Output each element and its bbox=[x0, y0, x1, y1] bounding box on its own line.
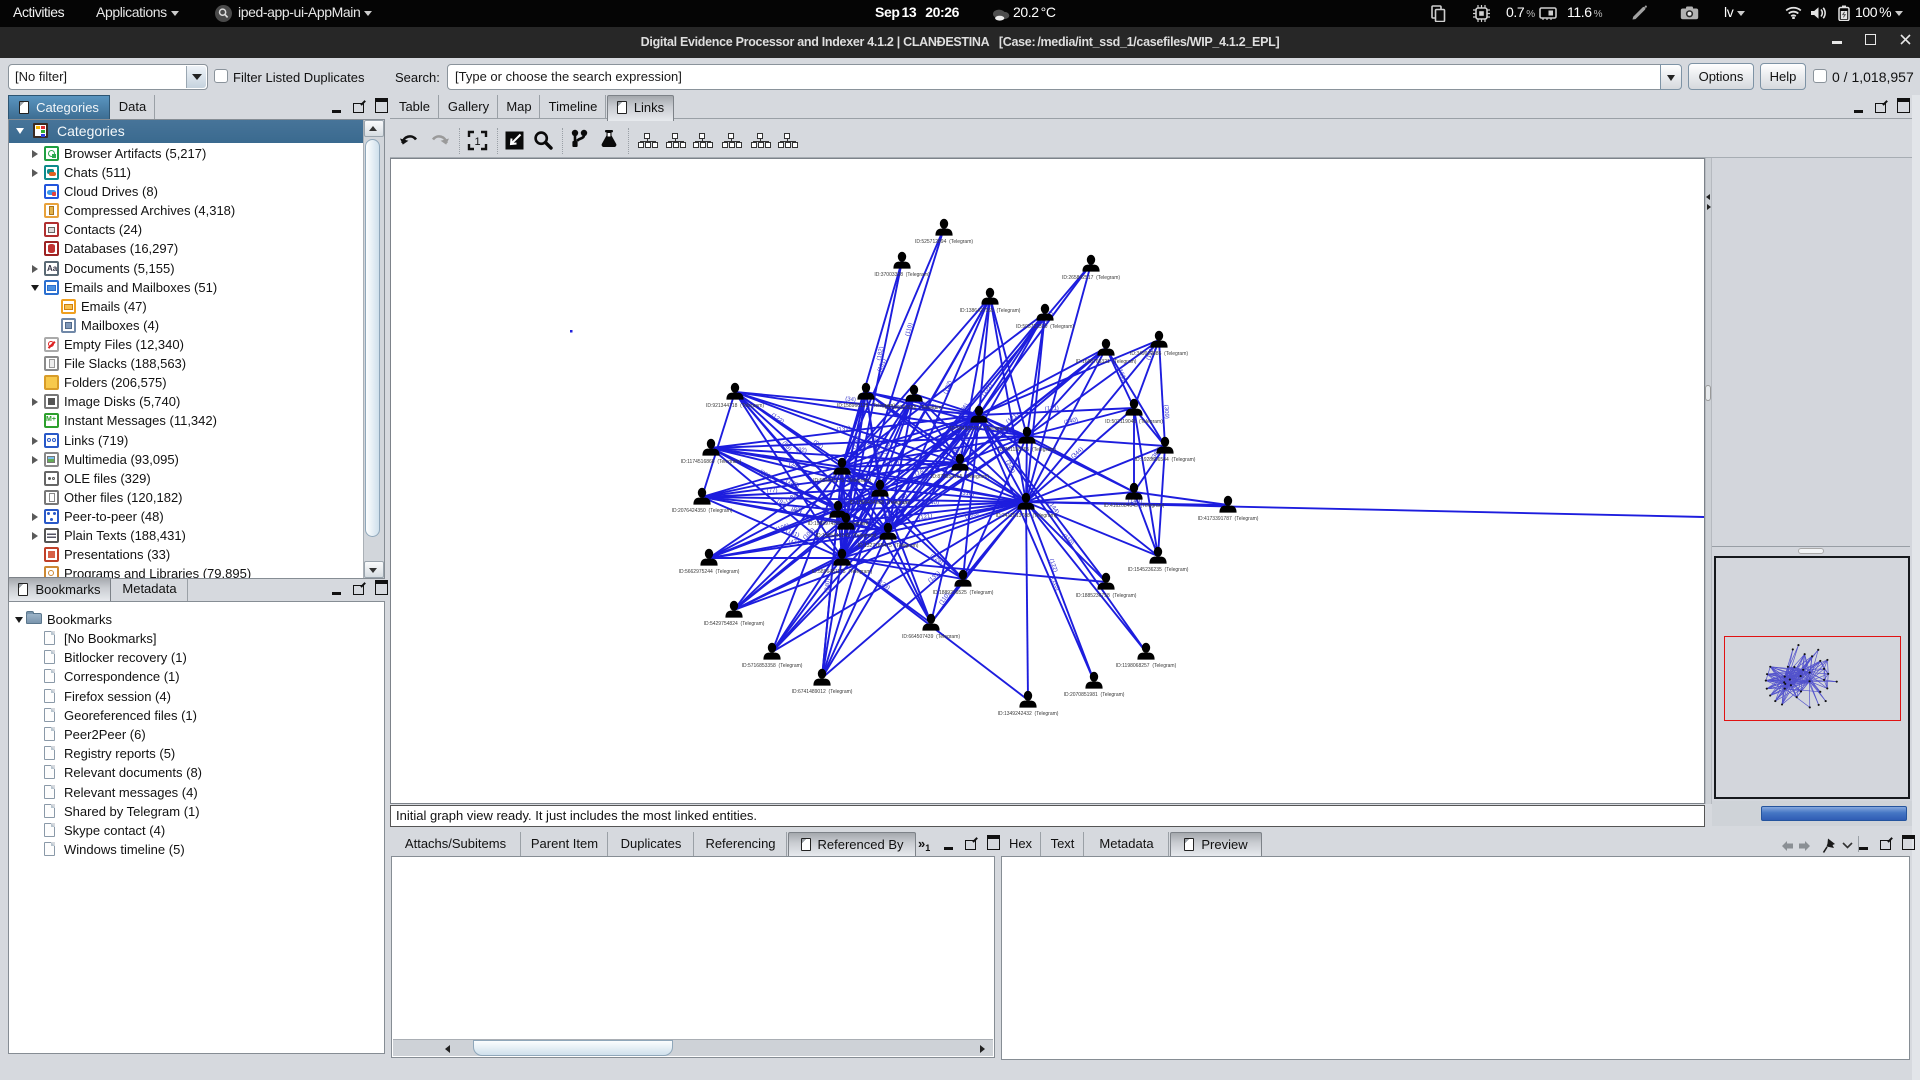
svg-text:ID:2070851981 (Telegram): ID:2070851981 (Telegram) bbox=[1064, 692, 1125, 698]
svg-text:(92): (92) bbox=[812, 439, 824, 450]
svg-text:ID:1386427165 (Telegram): ID:1386427165 (Telegram) bbox=[960, 308, 1021, 314]
svg-text:ID:525712894 (Telegram): ID:525712894 (Telegram) bbox=[915, 239, 973, 245]
svg-text:ID:1327785475 (Telegram): ID:1327785475 (Telegram) bbox=[858, 543, 919, 549]
svg-text:(92): (92) bbox=[796, 448, 807, 455]
svg-text:(121): (121) bbox=[1045, 406, 1059, 413]
svg-text:(77): (77) bbox=[767, 488, 778, 495]
svg-text:ID:5716853358 (Telegram): ID:5716853358 (Telegram) bbox=[742, 663, 803, 669]
svg-text:ID:1545236235 (Telegram): ID:1545236235 (Telegram) bbox=[1128, 567, 1189, 573]
svg-text:ID:1928806544 (Telegram): ID:1928806544 (Telegram) bbox=[1135, 457, 1196, 463]
svg-text:(309): (309) bbox=[1163, 405, 1170, 419]
svg-text:(122): (122) bbox=[770, 412, 785, 425]
svg-text:ID:584302270 (Telegram): ID:584302270 (Telegram) bbox=[950, 426, 1008, 432]
svg-text:(122): (122) bbox=[943, 380, 954, 395]
svg-text:ID:1174516868 (Telegram): ID:1174516868 (Telegram) bbox=[681, 459, 742, 465]
svg-text:ID:4162084645 (Telegram): ID:4162084645 (Telegram) bbox=[1104, 503, 1165, 509]
svg-text:ID:1885236758 (Telegram): ID:1885236758 (Telegram) bbox=[1076, 593, 1137, 599]
svg-text:ID:878354155 (Telegram): ID:878354155 (Telegram) bbox=[931, 474, 989, 480]
svg-text:ID:6741489012 (Telegram): ID:6741489012 (Telegram) bbox=[792, 689, 853, 695]
svg-text:(140): (140) bbox=[925, 500, 939, 506]
svg-text:ID:921344718 (Telegram): ID:921344718 (Telegram) bbox=[706, 403, 764, 409]
svg-text:ID:265842517 (Telegram): ID:265842517 (Telegram) bbox=[1062, 275, 1120, 281]
svg-text:ID:5662975244 (Telegram): ID:5662975244 (Telegram) bbox=[679, 569, 740, 575]
svg-text:ID:4173391787 (Telegram): ID:4173391787 (Telegram) bbox=[1198, 516, 1259, 522]
svg-text:(121): (121) bbox=[918, 513, 933, 521]
svg-text:ID:1585443145 (Telegram): ID:1585443145 (Telegram) bbox=[816, 533, 877, 539]
svg-text:ID:1889236525 (Telegram): ID:1889236525 (Telegram) bbox=[933, 590, 994, 596]
svg-text:ID:37003328 (Telegram): ID:37003328 (Telegram) bbox=[874, 272, 930, 278]
svg-text:ID:1349242432 (Telegram): ID:1349242432 (Telegram) bbox=[998, 711, 1059, 717]
svg-text:ID:502119046 (Telegram): ID:502119046 (Telegram) bbox=[1105, 419, 1163, 425]
svg-text:ID:2076424350 (Telegram): ID:2076424350 (Telegram) bbox=[672, 508, 733, 514]
svg-text:ID:1356434988 (Telegram): ID:1356434988 (Telegram) bbox=[850, 500, 911, 506]
svg-text:ID:664507439 (Telegram): ID:664507439 (Telegram) bbox=[902, 634, 960, 640]
svg-text:(131): (131) bbox=[836, 426, 851, 434]
svg-text:(122): (122) bbox=[1048, 558, 1059, 573]
svg-text:ID:5429754824 (Telegram): ID:5429754824 (Telegram) bbox=[704, 621, 765, 627]
svg-text:ID:584931175 (Telegram): ID:584931175 (Telegram) bbox=[813, 478, 871, 484]
svg-text:ID:505722310 (Telegram): ID:505722310 (Telegram) bbox=[1016, 324, 1074, 330]
svg-text:ID:199383838 (Telegram): ID:199383838 (Telegram) bbox=[885, 405, 943, 411]
svg-text:(271): (271) bbox=[885, 460, 899, 466]
svg-text:1: 1 bbox=[474, 136, 480, 148]
svg-text:ID:761138765 (Telegram): ID:761138765 (Telegram) bbox=[998, 447, 1056, 453]
svg-text:(340): (340) bbox=[825, 579, 832, 593]
svg-text:(34): (34) bbox=[788, 462, 800, 470]
svg-text:ID:349929885 (Telegram): ID:349929885 (Telegram) bbox=[1130, 351, 1188, 357]
svg-text:ID:2412613788 (Telegram): ID:2412613788 (Telegram) bbox=[996, 513, 1057, 519]
svg-text:ID:5896481175 (Telegram): ID:5896481175 (Telegram) bbox=[812, 569, 873, 575]
svg-text:ID:1198068257 (Telegram): ID:1198068257 (Telegram) bbox=[1116, 663, 1177, 669]
svg-text:ID:1698765321 (Telegram): ID:1698765321 (Telegram) bbox=[1076, 359, 1137, 365]
svg-text:(310): (310) bbox=[960, 491, 974, 498]
